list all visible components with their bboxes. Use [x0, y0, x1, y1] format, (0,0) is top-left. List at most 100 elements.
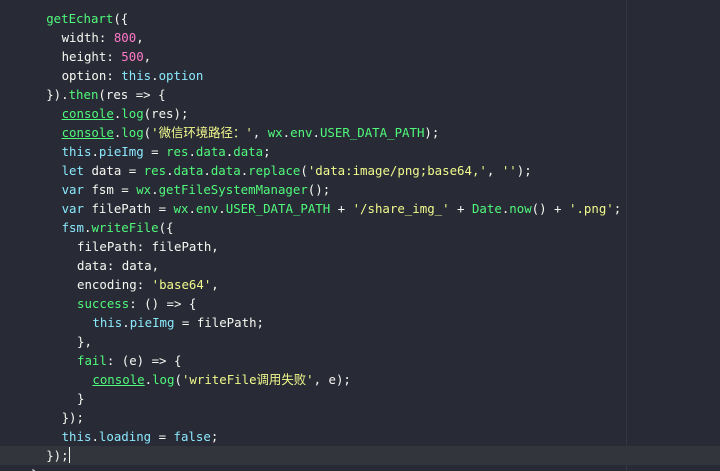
code-line[interactable]: height: 500, — [0, 47, 152, 66]
code-token: . — [203, 163, 211, 178]
code-token: , — [211, 277, 219, 292]
code-token: pieImg — [129, 315, 175, 330]
code-token: 500 — [121, 49, 144, 64]
code-line[interactable]: success: () => { — [0, 294, 196, 313]
code-token: ( — [300, 163, 308, 178]
code-token: . — [188, 144, 196, 159]
code-token: data — [77, 258, 107, 273]
code-token: : — [106, 68, 122, 83]
code-token: : — [98, 30, 114, 45]
code-token: (res); — [143, 106, 189, 121]
code-token: filePath — [77, 239, 137, 254]
code-token: fsm = — [83, 182, 137, 197]
code-token: this — [92, 315, 123, 330]
code-token: console — [92, 372, 145, 387]
code-token: = — [143, 144, 167, 159]
code-token: var — [61, 182, 84, 197]
code-line[interactable]: console.log('writeFile调用失败', e); — [0, 370, 350, 389]
code-line[interactable]: console.log('微信环境路径：', wx.env.USER_DATA_… — [0, 123, 440, 142]
code-token: }); — [46, 448, 69, 463]
code-token: this — [121, 68, 152, 83]
code-line[interactable]: filePath: filePath, — [0, 237, 219, 256]
code-line[interactable]: var filePath = wx.env.USER_DATA_PATH + '… — [0, 199, 622, 218]
code-line[interactable]: let data = res.data.data.replace('data:i… — [0, 161, 532, 180]
code-token: 'base64' — [151, 277, 212, 292]
code-token: ); — [424, 125, 440, 140]
code-token: = — [151, 429, 174, 444]
code-line[interactable]: this.pieImg = filePath; — [0, 313, 264, 332]
code-token: 'data:image/png;base64,' — [307, 163, 487, 178]
code-token: ; — [263, 144, 271, 159]
code-token: ); — [516, 163, 532, 178]
code-token: 800 — [113, 30, 137, 45]
code-token: USER_DATA_PATH — [225, 201, 331, 216]
code-token: data — [210, 163, 241, 178]
code-line[interactable]: getEchart({ — [0, 9, 128, 28]
code-token: 'writeFile调用失败' — [181, 372, 314, 387]
code-line[interactable]: }, — [0, 465, 46, 471]
code-line[interactable]: }); — [0, 408, 84, 427]
code-line[interactable]: data: data, — [0, 256, 159, 275]
code-token: , — [252, 125, 268, 140]
code-token: pieImg — [98, 144, 144, 159]
code-token: . — [166, 163, 174, 178]
code-token: data = — [83, 163, 144, 178]
code-token: data — [233, 144, 264, 159]
code-token: encoding — [77, 277, 137, 292]
code-line[interactable]: width: 800, — [0, 28, 144, 47]
code-token: ; — [210, 429, 219, 444]
code-token: option — [61, 68, 107, 83]
code-token: . — [312, 125, 320, 140]
code-token: data — [195, 144, 226, 159]
code-line[interactable]: encoding: 'base64', — [0, 275, 219, 294]
code-token: USER_DATA_PATH — [319, 125, 425, 140]
code-token: + — [330, 201, 353, 216]
code-token: data — [173, 163, 204, 178]
code-token: . — [122, 315, 130, 330]
code-token: }, — [77, 334, 92, 349]
code-line[interactable]: fail: (e) => { — [0, 351, 181, 370]
code-token: getFileSystemManager — [158, 182, 308, 197]
code-token: filePath = — [83, 201, 174, 216]
code-token: let — [61, 163, 84, 178]
code-line[interactable]: console.log(res); — [0, 104, 189, 123]
code-token: wx — [267, 125, 283, 140]
code-token: loading — [98, 429, 152, 444]
current-code-line[interactable]: }); — [0, 446, 720, 465]
code-token: . — [218, 201, 226, 216]
code-line[interactable]: fsm.writeFile({ — [0, 218, 174, 237]
code-token: : data, — [106, 258, 160, 273]
code-token: (res => { — [98, 87, 166, 102]
code-token: : — [136, 277, 152, 292]
code-line[interactable]: }, — [0, 332, 92, 351]
code-token: ({ — [113, 11, 129, 26]
code-token: . — [188, 201, 196, 216]
code-line[interactable]: } — [0, 389, 84, 408]
code-token: . — [91, 144, 99, 159]
code-token: console — [61, 106, 114, 121]
code-token: () + — [531, 201, 569, 216]
code-token: now — [509, 201, 532, 216]
code-line[interactable]: option: this.option — [0, 66, 204, 85]
code-token: (); — [307, 182, 331, 197]
code-line[interactable]: var fsm = wx.getFileSystemManager(); — [0, 180, 331, 199]
code-token: getEchart — [46, 11, 114, 26]
code-token: , — [143, 49, 152, 64]
code-token: log — [121, 106, 144, 121]
code-token: '/share_img_' — [352, 201, 450, 216]
code-token: fail — [77, 353, 107, 368]
code-line[interactable]: this.pieImg = res.data.data; — [0, 142, 271, 161]
code-token: success — [77, 296, 130, 311]
code-token: writeFile — [91, 220, 159, 235]
text-cursor — [68, 447, 70, 463]
code-token: env — [290, 125, 313, 140]
code-line[interactable]: this.loading = false; — [0, 427, 219, 446]
code-line[interactable]: }).then(res => { — [0, 85, 166, 104]
code-token: log — [152, 372, 175, 387]
code-token: : (e) => { — [106, 353, 182, 368]
code-token: : — [106, 49, 122, 64]
code-editor[interactable]: getEchart({width: 800, height: 500, option… — [0, 0, 720, 471]
code-token: wx — [136, 182, 152, 197]
code-token: }). — [46, 87, 69, 102]
code-token: : filePath, — [136, 239, 219, 254]
